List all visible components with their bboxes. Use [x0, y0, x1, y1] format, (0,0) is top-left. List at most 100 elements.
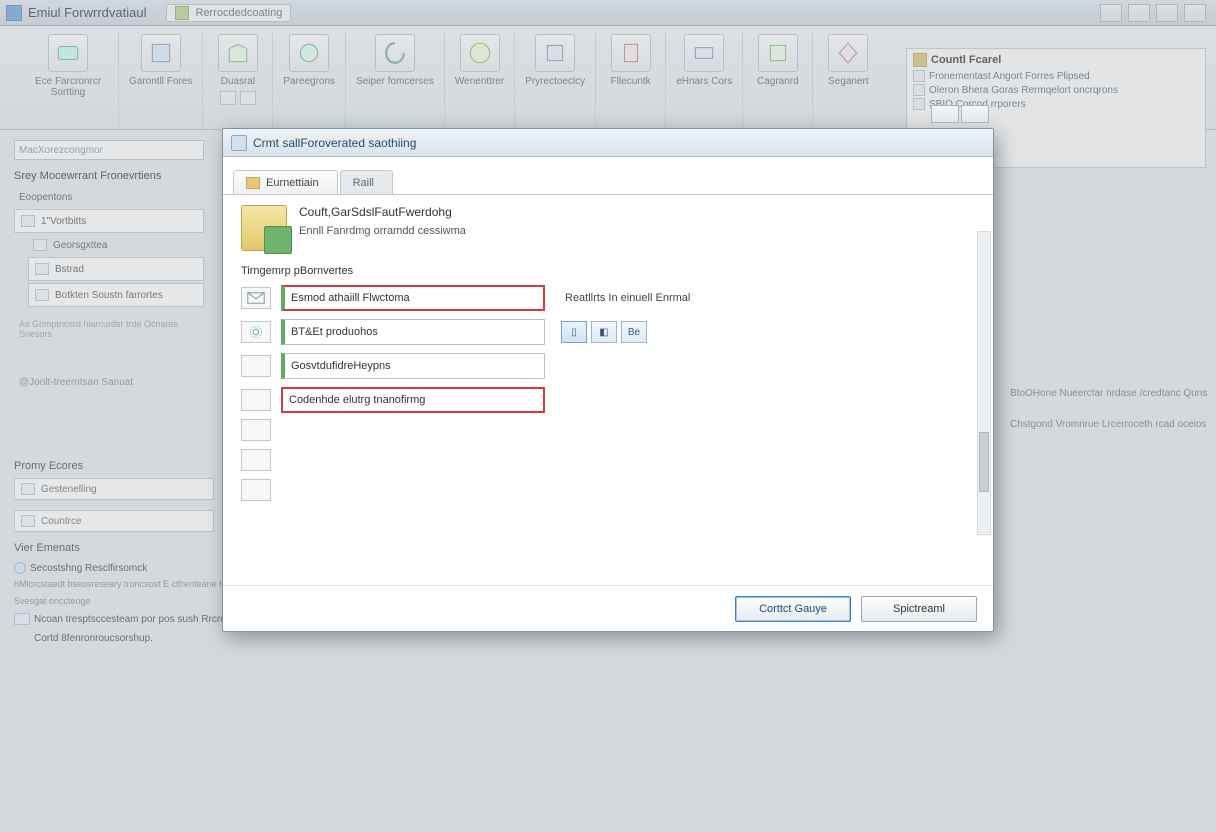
ribbon-label: Pryrectoeclcy	[525, 76, 585, 87]
ribbon-icon	[375, 34, 415, 72]
text-field[interactable]: Codenhde elutrg tnanofirmg	[281, 387, 545, 413]
close-button[interactable]	[961, 105, 989, 123]
nav-section-title: Srey Mocewrrant Fronevrtiens	[14, 170, 204, 182]
dialog-tabs: Eurnettiain Raill	[223, 163, 993, 195]
header-title: Couft,GarSdslFautFwerdohg	[299, 205, 466, 219]
ribbon-icon	[460, 34, 500, 72]
ribbon-label: Wenenttrer	[455, 76, 504, 87]
ribbon-icon	[218, 34, 258, 72]
scrollbar-thumb[interactable]	[979, 432, 989, 492]
ribbon-icon	[289, 34, 329, 72]
ribbon-group[interactable]: Pareegrons	[273, 32, 346, 129]
envelope-icon	[241, 287, 271, 309]
property-row: BT&Et produohos ▯ ◧ Be	[241, 319, 975, 345]
panel-line: Fronementast Angort Forres Plipsed	[929, 71, 1090, 82]
header-subtitle: Ennll Fanrdmg orramdd cessiwma	[299, 225, 466, 237]
item-icon	[35, 289, 49, 301]
nav-note: As Gomptncsrd hiarcurdsr trde Ocnares Sn…	[14, 315, 204, 343]
ribbon-icon	[48, 34, 88, 72]
nav-subitem[interactable]: Botkten Soustn farrortes	[28, 283, 204, 307]
radio-icon	[14, 562, 26, 574]
nav-subitem[interactable]: Bstrad	[28, 257, 204, 281]
tab-secondary[interactable]: Raill	[340, 170, 393, 194]
ribbon-group[interactable]: Pryrectoeclcy	[515, 32, 596, 129]
option-button[interactable]: ▯	[561, 321, 587, 343]
item-icon	[35, 263, 49, 275]
minimize-button[interactable]	[931, 105, 959, 123]
app-title: Emiul Forwrrdvatiaul	[28, 5, 146, 20]
text-field[interactable]: Esmod athaiill Flwctoma	[281, 285, 545, 311]
placeholder-icon	[241, 449, 271, 471]
ribbon-group[interactable]: Ece Farcronrcr Sortting	[18, 32, 119, 129]
ribbon-icon	[535, 34, 575, 72]
settings-dialog: Crmt sallForoverated saothiing Eurnettia…	[222, 128, 994, 632]
property-row: Esmod athaiill Flwctoma Reatllrts In ein…	[241, 285, 975, 311]
nav-item[interactable]: Eoopentons	[14, 188, 204, 207]
cancel-button[interactable]: Spictreaml	[861, 596, 977, 622]
window-controls	[1100, 4, 1206, 22]
text-field[interactable]: BT&Et produohos	[281, 319, 545, 345]
item-icon	[33, 239, 47, 251]
ribbon-icon	[611, 34, 651, 72]
ribbon-label: eHnars Cors	[676, 76, 732, 87]
ribbon-label: Pareegrons	[283, 76, 335, 87]
button-group: ▯ ◧ Be	[561, 321, 647, 343]
sub-item: Cortd 8fenronroucsorshup.	[14, 633, 1202, 644]
folder-icon	[246, 177, 260, 189]
info-line: Chstgond Vromnrue Lrcerroceth rcad oceio…	[1010, 419, 1216, 430]
nav-footer: @Joolt-treerntsan Sanuat	[14, 373, 204, 392]
bullet-icon	[913, 84, 925, 96]
option-button[interactable]: ◧	[591, 321, 617, 343]
confirm-button[interactable]: Corttct Gauye	[735, 596, 851, 622]
ribbon-group[interactable]: Cagranrd	[743, 32, 813, 129]
scrollbar[interactable]	[977, 231, 991, 535]
checkbox-icon[interactable]	[14, 613, 30, 625]
item-icon	[21, 215, 35, 227]
field-label: Reatllrts In einuell Enrmal	[565, 292, 690, 304]
mini-icon[interactable]	[220, 91, 236, 105]
ribbon-icon	[684, 34, 724, 72]
tab-general[interactable]: Eurnettiain	[233, 170, 338, 194]
document-icon	[241, 389, 271, 411]
panel-title: Countl Fcarel	[931, 54, 1001, 66]
ribbon-group[interactable]: Wenenttrer	[445, 32, 515, 129]
dialog-titlebar: Crmt sallForoverated saothiing	[223, 129, 993, 157]
nav-item[interactable]: 1"Vortbitts	[14, 209, 204, 233]
section-title: Tirngemrp pBornvertes	[241, 265, 975, 277]
tool-icon[interactable]	[1128, 4, 1150, 22]
info-line: BtoOHone Nueerctar nrdase /credtanc Quns	[1010, 388, 1216, 399]
breadcrumb-text: Rerrocdedcoating	[195, 7, 282, 19]
item-icon	[21, 483, 35, 495]
ribbon-group[interactable]: Seganert	[813, 32, 883, 129]
ribbon-group[interactable]: Duasral	[203, 32, 273, 129]
bullet-icon	[913, 98, 925, 110]
dialog-title: Crmt sallForoverated saothiing	[253, 136, 416, 150]
ribbon-label: Fllecuntk	[611, 76, 651, 87]
ribbon-group[interactable]: eHnars Cors	[666, 32, 743, 129]
feature-icon	[241, 205, 287, 251]
mini-icon[interactable]	[240, 91, 256, 105]
ribbon-group[interactable]: Fllecuntk	[596, 32, 666, 129]
ribbon-label: Seganert	[828, 76, 869, 87]
dialog-icon	[231, 135, 247, 151]
app-icon	[6, 5, 22, 21]
list-item[interactable]: Countrce	[14, 510, 214, 532]
ribbon-group[interactable]: Seiper fomcerses	[346, 32, 445, 129]
ribbon-label: Garontll Fores	[129, 76, 192, 87]
ribbon-label: Ece Farcronrcr Sortting	[28, 76, 108, 98]
ribbon-icon	[828, 34, 868, 72]
search-input[interactable]: MacXorezcongmor	[14, 140, 204, 160]
bullet-icon	[913, 70, 925, 82]
text-field[interactable]: GosvtdufidreHeypns	[281, 353, 545, 379]
tool-icon[interactable]	[1100, 4, 1122, 22]
list-item[interactable]: Gestenelling	[14, 478, 214, 500]
option-button[interactable]: Be	[621, 321, 647, 343]
breadcrumb[interactable]: Rerrocdedcoating	[166, 4, 291, 22]
panel-icon	[913, 53, 927, 67]
nav-subitem[interactable]: Georsgxttea	[28, 235, 204, 255]
icon-stack	[241, 419, 975, 501]
ribbon-label: Duasral	[221, 76, 255, 87]
tool-icon[interactable]	[1184, 4, 1206, 22]
ribbon-group[interactable]: Garontll Fores	[119, 32, 203, 129]
tool-icon[interactable]	[1156, 4, 1178, 22]
